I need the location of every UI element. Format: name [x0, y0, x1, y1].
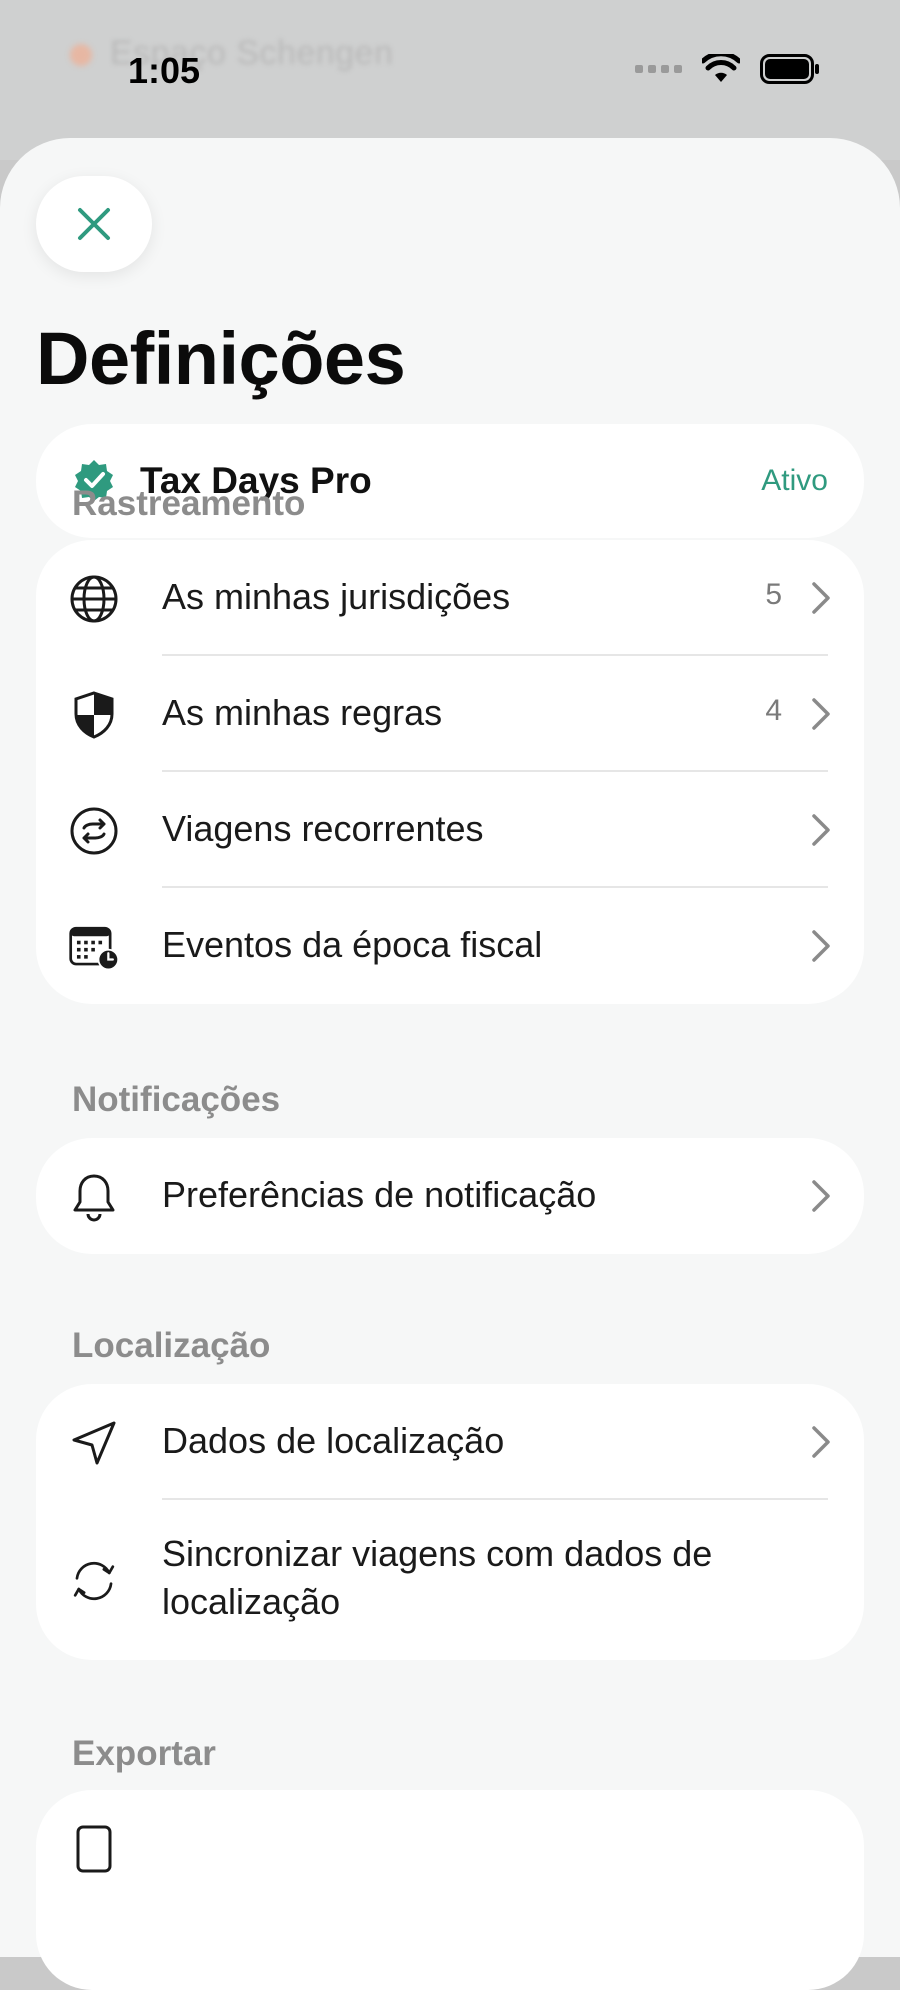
row-label: Sincronizar viagens com dados de localiz… — [162, 1533, 713, 1622]
row-export-partial[interactable] — [36, 1790, 864, 1906]
calendar-clock-icon — [68, 921, 120, 973]
row-label: As minhas regras — [162, 692, 443, 733]
row-label: Eventos da época fiscal — [162, 924, 543, 965]
repeat-icon — [68, 805, 120, 857]
row-count: 5 — [765, 578, 782, 611]
row-label: Dados de localização — [162, 1420, 505, 1461]
shield-icon — [68, 689, 120, 741]
row-count: 4 — [765, 694, 782, 727]
status-time: 1:05 — [128, 50, 201, 91]
globe-icon — [68, 573, 120, 625]
notifications-card: Preferências de notificação — [36, 1138, 864, 1254]
pro-status-label: Ativo — [761, 464, 828, 497]
document-icon — [68, 1823, 120, 1875]
chevron-right-icon — [812, 582, 830, 614]
close-button[interactable] — [36, 176, 152, 272]
tracking-card: As minhas jurisdições 5 As minhas regras… — [36, 540, 864, 1004]
status-bar: 1:05 — [0, 0, 900, 140]
row-rules[interactable]: As minhas regras 4 — [36, 656, 864, 772]
page-title: Definições — [36, 317, 406, 400]
chevron-right-icon — [812, 1180, 830, 1212]
chevron-right-icon — [812, 814, 830, 846]
section-header-tracking: Rastreamento — [72, 484, 306, 523]
row-location-data[interactable]: Dados de localização — [36, 1384, 864, 1500]
export-card — [36, 1790, 864, 1990]
chevron-right-icon — [812, 930, 830, 962]
row-tax-season-events[interactable]: Eventos da época fiscal — [36, 888, 864, 1004]
section-header-export: Exportar — [72, 1734, 216, 1773]
battery-icon — [760, 54, 819, 84]
close-icon — [78, 208, 110, 240]
row-label: Preferências de notificação — [162, 1174, 597, 1215]
section-header-location: Localização — [72, 1326, 271, 1365]
location-arrow-icon — [68, 1417, 120, 1469]
settings-sheet: Definições Tax Days Pro Ativo Rastreamen… — [0, 138, 900, 1990]
chevron-right-icon — [812, 1426, 830, 1458]
sync-icon — [68, 1555, 120, 1607]
location-card: Dados de localização Sincronizar viagens… — [36, 1384, 864, 1660]
bell-icon — [68, 1171, 120, 1223]
section-header-notifications: Notificações — [72, 1080, 281, 1119]
row-label: Viagens recorrentes — [162, 808, 484, 849]
status-icons — [635, 54, 820, 84]
wifi-icon — [702, 54, 740, 82]
row-jurisdictions[interactable]: As minhas jurisdições 5 — [36, 540, 864, 656]
chevron-right-icon — [812, 698, 830, 730]
cellular-signal-icon — [635, 65, 682, 73]
row-label: As minhas jurisdições — [162, 576, 511, 617]
row-notification-preferences[interactable]: Preferências de notificação — [36, 1138, 864, 1254]
row-sync-trips-location[interactable]: Sincronizar viagens com dados de localiz… — [36, 1500, 864, 1660]
row-recurring-trips[interactable]: Viagens recorrentes — [36, 772, 864, 888]
